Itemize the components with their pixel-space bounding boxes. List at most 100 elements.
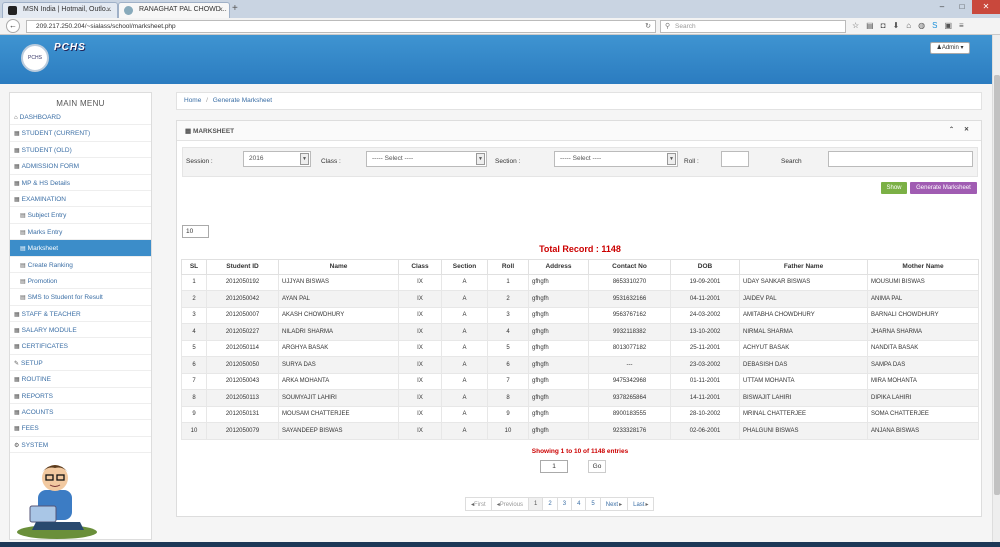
table-cell: DIPIKA LAHIRI	[867, 389, 979, 407]
sidebar-item-marks-entry[interactable]: ▤ Marks Entry	[10, 224, 151, 241]
close-window-icon[interactable]: ✕	[972, 0, 1000, 14]
admin-dropdown[interactable]: ♟Admin ▾	[930, 42, 970, 54]
table-row[interactable]: 2 2012050042 AYAN PAL IX A 2 gfhgfh 9531632166 0…	[181, 290, 979, 308]
sidebar-item-marksheet[interactable]: ▤ Marksheet	[10, 240, 151, 257]
page-link-2[interactable]: 2	[543, 498, 558, 510]
table-cell: 02-06-2001	[670, 422, 740, 440]
close-tab-icon[interactable]: ×	[218, 5, 223, 14]
breadcrumb-home[interactable]: Home	[184, 97, 201, 104]
home-icon[interactable]: ⌂	[906, 21, 911, 30]
table-row[interactable]: 5 2012050114 ARGHYA BASAK IX A 5 gfhgfh 8013077…	[181, 339, 979, 357]
breadcrumb-current[interactable]: Generate Marksheet	[213, 97, 272, 104]
sidebar-item-certificates[interactable]: ▦ CERTIFICATES	[10, 338, 151, 355]
collapse-icon[interactable]: ⌃	[947, 126, 956, 135]
page-link-4[interactable]: 4	[572, 498, 587, 510]
bookmark-star-icon[interactable]: ☆	[852, 21, 859, 30]
table-row[interactable]: 8 2012050113 SOUMYAJIT LAHIRI IX A 8 gfhgfh 937…	[181, 389, 979, 407]
grid-icon: ▦	[14, 410, 20, 417]
sidebar-item-salary-module[interactable]: ▦ SALARY MODULE	[10, 322, 151, 339]
close-tab-icon[interactable]: ×	[106, 5, 111, 14]
sidebar-item-setup[interactable]: ✎ SETUP	[10, 355, 151, 372]
close-icon[interactable]: ✕	[962, 126, 971, 135]
show-button[interactable]: Show	[881, 182, 907, 194]
column-header[interactable]: Class	[398, 259, 442, 275]
entries-per-page-select[interactable]: 10	[182, 225, 209, 238]
sidebar-item-student-current[interactable]: ▦ STUDENT (CURRENT)	[10, 125, 151, 142]
page-link-next[interactable]: Next▸	[601, 498, 629, 510]
search-input[interactable]	[828, 151, 973, 167]
column-header[interactable]: Address	[528, 259, 589, 275]
sidebar-item-system[interactable]: ⚙ SYSTEM	[10, 437, 151, 454]
maximize-icon[interactable]: □	[952, 0, 972, 14]
table-row[interactable]: 3 2012050007 AKASH CHOWDHURY IX A 3 gfhgfh 9563…	[181, 306, 979, 324]
download-icon[interactable]: ⬇	[893, 21, 900, 30]
sidebar-item-subject-entry[interactable]: ▤ Subject Entry	[10, 207, 151, 224]
table-row[interactable]: 6 2012050050 SURYA DAS IX A 6 gfhgfh --- 23-03-2…	[181, 356, 979, 374]
column-header[interactable]: SL	[181, 259, 207, 275]
extension-icon[interactable]: ▣	[944, 21, 952, 30]
sidebar-item-mp-hs-details[interactable]: ▦ MP & HS Details	[10, 175, 151, 191]
table-cell: 8653310270	[588, 273, 671, 291]
bookmarks-icon[interactable]: ▤	[866, 21, 874, 30]
sidebar-item-fees[interactable]: ▦ FEES	[10, 420, 151, 437]
sidebar-item-acounts[interactable]: ▦ ACOUNTS	[10, 404, 151, 421]
menu-icon[interactable]: ≡	[959, 21, 964, 30]
sidebar-item-student-old[interactable]: ▦ STUDENT (OLD)	[10, 142, 151, 159]
roll-label: Roll :	[684, 158, 699, 165]
back-arrow-icon[interactable]: ←	[6, 19, 20, 33]
section-select[interactable]: ----- Select ---- ▼	[554, 151, 678, 167]
page-link-label: Last	[633, 502, 645, 508]
sidebar-item-routine[interactable]: ▦ ROUTINE	[10, 371, 151, 388]
sidebar-item-admission-form[interactable]: ▦ ADMISSION FORM	[10, 158, 151, 175]
skype-icon[interactable]: S	[932, 21, 937, 30]
page-link-5[interactable]: 5	[586, 498, 601, 510]
column-header[interactable]: Father Name	[739, 259, 868, 275]
table-row[interactable]: 1 2012050192 UJJYAN BISWAS IX A 1 gfhgfh 865331…	[181, 273, 979, 291]
scrollbar-thumb[interactable]	[994, 75, 1000, 495]
pocket-icon[interactable]: ◘	[881, 21, 886, 30]
sidebar-item-staff-teacher[interactable]: ▦ STAFF & TEACHER	[10, 306, 151, 323]
browser-tab-msn[interactable]: MSN India | Hotmail, Outlo... ×	[2, 2, 118, 18]
roll-input[interactable]	[721, 151, 749, 167]
page-link-1[interactable]: 1	[529, 498, 544, 510]
column-header[interactable]: Contact No	[588, 259, 671, 275]
table-row[interactable]: 10 2012050079 SAYANDEEP BISWAS IX A 10 gfhgfh 9…	[181, 422, 979, 440]
column-header[interactable]: Student ID	[206, 259, 279, 275]
table-row[interactable]: 9 2012050131 MOUSAM CHATTERJEE IX A 9 gfhgfh 89…	[181, 405, 979, 423]
window-controls: – □ ✕	[932, 0, 1000, 14]
sidebar-item-dashboard[interactable]: ⌂ DASHBOARD	[10, 109, 151, 126]
browser-search-box[interactable]: ⚲ Search	[660, 20, 846, 33]
sidebar-item-create-ranking[interactable]: ▤ Create Ranking	[10, 257, 151, 273]
goto-page-input[interactable]: 1	[540, 460, 568, 473]
address-bar[interactable]: 209.217.250.204/~sialass/school/markshee…	[26, 20, 656, 33]
table-cell: A	[441, 372, 488, 390]
session-select[interactable]: 2016 ▼	[243, 151, 311, 167]
column-header[interactable]: DOB	[670, 259, 740, 275]
column-header[interactable]: Roll	[487, 259, 529, 275]
sidebar-item-promotion[interactable]: ▤ Promotion	[10, 273, 151, 290]
page-link-previous[interactable]: ◂Previous	[492, 498, 530, 510]
page-scrollbar[interactable]	[992, 35, 1000, 542]
class-select[interactable]: ----- Select ---- ▼	[366, 151, 487, 167]
go-button[interactable]: Go	[588, 460, 606, 473]
sidebar-item-reports[interactable]: ▦ REPORTS	[10, 388, 151, 405]
os-taskbar	[0, 542, 1000, 547]
generate-marksheet-button[interactable]: Generate Marksheet	[910, 182, 977, 194]
sidebar-item-label: FEES	[21, 425, 39, 433]
new-tab-icon[interactable]: +	[232, 3, 238, 14]
column-header[interactable]: Mother Name	[867, 259, 979, 275]
table-cell: 2012050043	[206, 372, 279, 390]
page-link-first[interactable]: ◂First	[466, 498, 492, 510]
column-header[interactable]: Name	[278, 259, 399, 275]
column-header[interactable]: Section	[441, 259, 488, 275]
table-row[interactable]: 4 2012050227 NILADRI SHARMA IX A 4 gfhgfh 99321…	[181, 323, 979, 341]
chat-icon[interactable]: ◍	[918, 21, 925, 30]
browser-tab-school[interactable]: RANAGHAT PAL CHOWD... ×	[118, 2, 230, 18]
sidebar-item-examination[interactable]: ▦ EXAMINATION	[10, 191, 151, 208]
reload-icon[interactable]: ↻	[645, 22, 651, 30]
sidebar-item-sms-to-student-for-result[interactable]: ▤ SMS to Student for Result	[10, 289, 151, 306]
page-link-last[interactable]: Last▸	[628, 498, 653, 510]
page-link-3[interactable]: 3	[558, 498, 573, 510]
table-row[interactable]: 7 2012050043 ARKA MOHANTA IX A 7 gfhgfh 9475342…	[181, 372, 979, 390]
minimize-icon[interactable]: –	[932, 0, 952, 14]
